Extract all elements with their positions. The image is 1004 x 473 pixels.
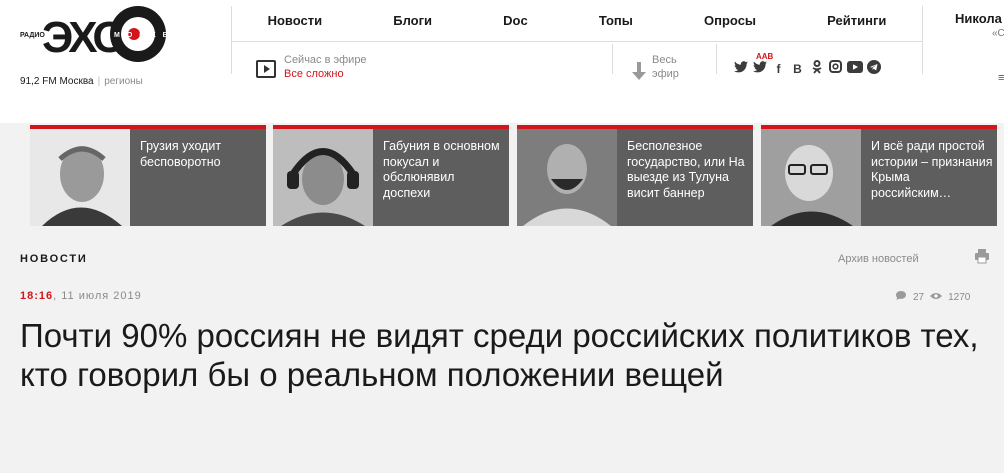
comment-icon[interactable] (895, 290, 907, 304)
social-links: f В (731, 60, 883, 78)
article-date: , 11 июля 2019 (53, 290, 142, 302)
article-headline: Почти 90% россиян не видят среди российс… (20, 317, 979, 393)
author-photo (761, 129, 861, 226)
facebook-icon[interactable]: f (769, 60, 788, 78)
news-archive-link[interactable]: Архив новостей (838, 253, 919, 265)
teaser-title: Грузия уходит бесповоротно (140, 139, 222, 169)
teaser-card[interactable]: Грузия уходит бесповоротно (30, 125, 266, 226)
divider (922, 6, 923, 74)
teaser-title: И всё ради простой истории – признания К… (871, 139, 993, 200)
nav-doc[interactable]: Doc (503, 13, 528, 28)
nav-tops[interactable]: Топы (599, 13, 633, 28)
nav-polls[interactable]: Опросы (704, 13, 756, 28)
author-photo (273, 129, 373, 226)
onair-show-link[interactable]: Все сложно (284, 68, 344, 80)
nav-blogs[interactable]: Блоги (393, 13, 432, 28)
teaser-title: Габуния в основном покусал и обслюнявил … (383, 139, 500, 200)
nav-news[interactable]: Новости (268, 13, 323, 28)
nav-ratings[interactable]: Рейтинги (827, 13, 886, 28)
user-name-link[interactable]: Никола (955, 11, 1002, 26)
section-title: НОВОСТИ (20, 253, 88, 265)
view-count: 1270 (948, 291, 971, 303)
teaser-card[interactable]: Габуния в основном покусал и обслюнявил … (273, 125, 509, 226)
echo-logo[interactable]: РАДИО ЭХО МОСКВЫ (18, 4, 193, 64)
article-meta: 18:16, 11 июля 2019 (20, 290, 142, 302)
teaser-title: Бесполезное государство, или На выезде и… (627, 139, 745, 200)
regions-link[interactable]: регионы (104, 76, 143, 87)
frequency-label: 91,2 FM Москва (20, 76, 94, 87)
teaser-card[interactable]: И всё ради простой истории – признания К… (761, 125, 997, 226)
twitter-aab-icon[interactable] (750, 60, 769, 78)
full-air-label-1: Весь (652, 54, 677, 66)
odnoklassniki-icon[interactable] (807, 60, 826, 78)
author-photo (517, 129, 617, 226)
comment-count[interactable]: 27 (913, 292, 924, 303)
frequency-line: 91,2 FM Москва | регионы (20, 76, 143, 87)
youtube-icon[interactable] (845, 60, 864, 78)
author-photo (30, 129, 130, 226)
telegram-icon[interactable] (864, 60, 883, 78)
site-header: РАДИО ЭХО МОСКВЫ 91,2 FM Москва | регионы … (0, 0, 1004, 123)
teaser-card[interactable]: Бесполезное государство, или На выезде и… (517, 125, 753, 226)
article-stats: 27 1270 (895, 290, 970, 304)
dropdown-marker: ≡ (998, 72, 1004, 84)
full-air-label-2: эфир (652, 68, 679, 80)
onair-label: Сейчас в эфире (284, 54, 367, 66)
svg-text:МОСКВЫ: МОСКВЫ (114, 32, 189, 39)
eye-icon (930, 292, 943, 303)
main-nav: Новости Блоги Doc Топы Опросы Рейтинги (232, 0, 922, 40)
divider (716, 44, 717, 74)
twitter-icon[interactable] (731, 60, 750, 78)
teaser-cards: Грузия уходит бесповоротно Габуния в осн… (0, 125, 1004, 227)
vk-icon[interactable]: В (788, 60, 807, 78)
print-icon[interactable] (974, 248, 990, 264)
player-icon[interactable] (256, 60, 276, 78)
divider (612, 44, 613, 74)
divider (232, 41, 922, 42)
article-time: 18:16 (20, 290, 54, 302)
instagram-icon[interactable] (826, 60, 845, 78)
download-arrow-icon (632, 62, 646, 82)
user-extra: «С (992, 28, 1004, 39)
